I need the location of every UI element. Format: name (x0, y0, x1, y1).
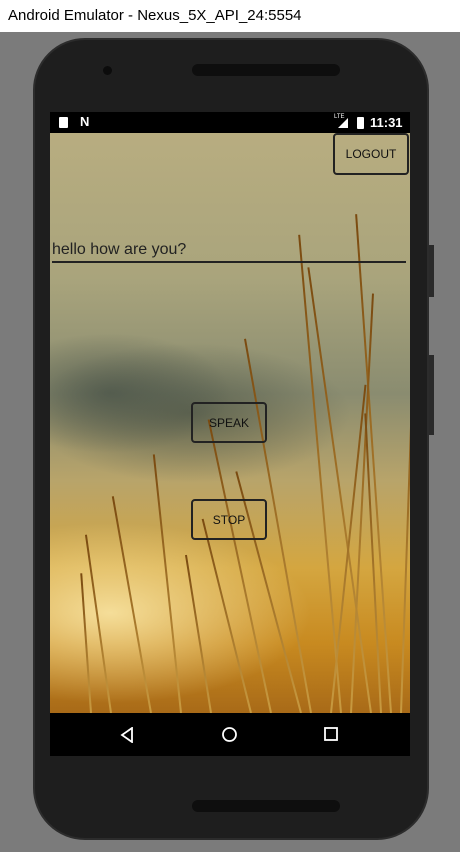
signal-icon (338, 118, 348, 128)
camera (103, 66, 112, 75)
grass-stalk (201, 518, 252, 714)
recents-icon[interactable] (324, 727, 338, 741)
battery-icon (357, 117, 364, 129)
bottom-speaker (192, 800, 340, 812)
volume-button[interactable] (429, 355, 434, 435)
grass-stalk (400, 333, 410, 714)
stop-button[interactable]: STOP (191, 499, 267, 540)
grass-stalk (80, 573, 92, 714)
speak-button[interactable]: SPEAK (191, 402, 267, 443)
logout-button[interactable]: LOGOUT (333, 133, 409, 175)
back-icon[interactable] (120, 727, 134, 743)
status-bar: N LTE 11:31 (50, 112, 410, 133)
device-screen: N LTE 11:31 LOGOUT hello how are you? SP… (50, 112, 410, 756)
clock: 11:31 (370, 115, 403, 130)
speech-text-input[interactable]: hello how are you? (52, 233, 406, 263)
grass-stalk (152, 454, 182, 714)
window-title: Android Emulator - Nexus_5X_API_24:5554 (0, 0, 460, 32)
power-button[interactable] (429, 245, 434, 297)
grass-stalk (111, 496, 152, 714)
background-image: LOGOUT hello how are you? SPEAK STOP (50, 133, 410, 714)
home-icon[interactable] (221, 726, 238, 743)
n-notification-icon: N (80, 114, 90, 129)
grass-stalk (184, 554, 212, 714)
navigation-bar (50, 713, 410, 756)
top-speaker (192, 64, 340, 76)
grass-stalk (330, 384, 367, 714)
sd-card-icon (59, 117, 68, 128)
